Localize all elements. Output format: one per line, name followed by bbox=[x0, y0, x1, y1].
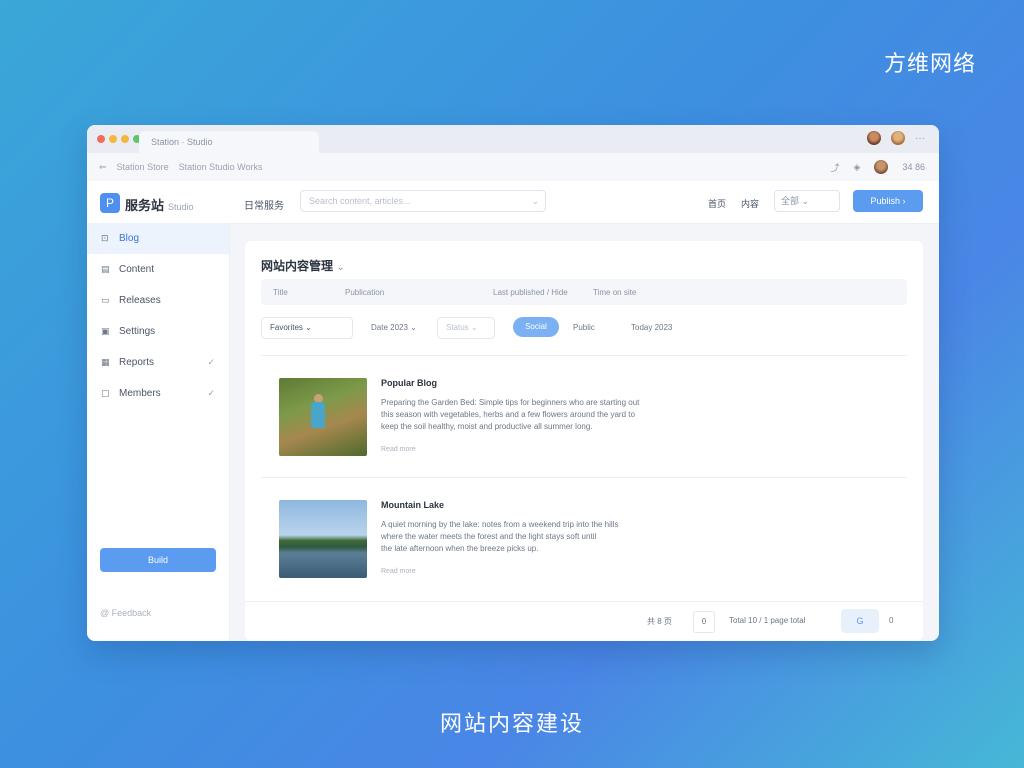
search-label: 日常服务 bbox=[244, 201, 284, 212]
article-excerpt: this season with vegetables, herbs and a… bbox=[381, 410, 635, 419]
status-select[interactable]: Status ⌄ bbox=[437, 317, 495, 339]
column-header[interactable]: Time on site bbox=[593, 288, 636, 297]
table-header: Title Publication Last published / Hide … bbox=[261, 279, 907, 305]
sidebar-item-label: Members bbox=[119, 388, 161, 399]
sidebar-item-blog[interactable]: ⊡ Blog bbox=[87, 223, 229, 254]
sidebar-item-reports[interactable]: ▦ Reports ✓ bbox=[87, 347, 229, 378]
chevron-down-icon: ⌄ bbox=[531, 196, 539, 206]
date-filter[interactable]: Date 2023 ⌄ bbox=[371, 323, 417, 332]
user-label: 34 86 bbox=[902, 162, 925, 172]
read-more-link[interactable]: Read more bbox=[381, 568, 416, 575]
caption: 网站内容建设 bbox=[439, 711, 584, 736]
article-excerpt: Preparing the Garden Bed: Simple tips fo… bbox=[381, 398, 640, 407]
search-placeholder: Search content, articles... bbox=[309, 196, 411, 206]
sidebar-item-content[interactable]: ▤ Content bbox=[87, 254, 229, 285]
nav-link-content[interactable]: 内容 bbox=[741, 197, 759, 210]
article-excerpt: keep the soil healthy, moist and product… bbox=[381, 422, 593, 431]
chevron-down-icon: ⌄ bbox=[336, 262, 345, 273]
sidebar-item-settings[interactable]: ▣ Settings bbox=[87, 316, 229, 347]
next-page-button[interactable]: 0 bbox=[889, 616, 893, 625]
logo-icon: P bbox=[100, 193, 120, 213]
read-more-link[interactable]: Read more bbox=[381, 446, 416, 453]
close-dot-icon[interactable] bbox=[97, 135, 105, 143]
blog-icon: ⊡ bbox=[101, 233, 109, 243]
avatar[interactable] bbox=[891, 131, 905, 145]
breadcrumb-item[interactable]: Station Studio Works bbox=[179, 162, 263, 173]
article-thumbnail[interactable] bbox=[279, 500, 367, 578]
column-header[interactable]: Publication bbox=[345, 288, 384, 297]
article-excerpt: where the water meets the forest and the… bbox=[381, 532, 597, 541]
sidebar: ⊡ Blog ▤ Content ▭ Releases ▣ Settings ▦… bbox=[87, 223, 230, 641]
avatar[interactable] bbox=[867, 131, 881, 145]
logo-subtext: Studio bbox=[168, 202, 194, 212]
browser-tab[interactable]: Station · Studio bbox=[139, 131, 319, 153]
article-thumbnail[interactable] bbox=[279, 378, 367, 456]
sidebar-item-releases[interactable]: ▭ Releases bbox=[87, 285, 229, 316]
feedback-link[interactable]: @ Feedback bbox=[100, 608, 151, 618]
sidebar-item-label: Content bbox=[119, 264, 155, 275]
logo-text: 服务站 bbox=[125, 198, 165, 213]
favorites-select[interactable]: Favorites ⌄ bbox=[261, 317, 353, 339]
build-button[interactable]: Build bbox=[100, 548, 216, 572]
page-title-text: 网站内容管理 bbox=[261, 259, 334, 273]
article-excerpt: the late afternoon when the breeze picks… bbox=[381, 544, 539, 553]
column-header[interactable]: Last published / Hide bbox=[493, 288, 568, 297]
more-menu-icon[interactable]: ··· bbox=[915, 133, 925, 144]
bell-icon[interactable]: ◈ bbox=[854, 162, 861, 173]
sidebar-item-label: Releases bbox=[119, 295, 161, 306]
filter-select[interactable]: 全部 ⌄ bbox=[774, 190, 840, 212]
list-item[interactable]: Mountain Lake A quiet morning by the lak… bbox=[261, 477, 907, 584]
column-header[interactable]: Title bbox=[273, 288, 288, 297]
social-filter-chip[interactable]: Social bbox=[513, 317, 559, 337]
tab-bar: Station · Studio ··· bbox=[87, 125, 939, 153]
sidebar-item-label: Settings bbox=[119, 326, 156, 337]
check-icon: ✓ bbox=[207, 357, 215, 367]
brand-title: 方维网络 bbox=[883, 51, 976, 76]
window-controls bbox=[97, 135, 141, 143]
avatar[interactable] bbox=[874, 160, 889, 174]
go-button[interactable]: G bbox=[841, 609, 879, 633]
document-icon: ▤ bbox=[101, 264, 110, 274]
sidebar-item-members[interactable]: ▢ Members ✓ bbox=[87, 378, 229, 409]
public-filter[interactable]: Public bbox=[573, 323, 595, 332]
share-icon[interactable]: ⤴ bbox=[831, 161, 840, 174]
article-title[interactable]: Popular Blog bbox=[381, 378, 437, 388]
page-count: 共 8 页 bbox=[647, 617, 672, 626]
app-window: Station · Studio ··· ⇐ Station Store Sta… bbox=[87, 125, 939, 641]
list-item[interactable]: Popular Blog Preparing the Garden Bed: S… bbox=[261, 355, 907, 462]
chart-icon: ▦ bbox=[101, 357, 110, 367]
article-excerpt: A quiet morning by the lake: notes from … bbox=[381, 520, 619, 529]
page-input[interactable]: 0 bbox=[693, 611, 715, 633]
breadcrumb-item[interactable]: Station Store bbox=[117, 162, 169, 173]
window-icon: ▭ bbox=[101, 295, 110, 305]
sidebar-item-label: Reports bbox=[119, 357, 155, 368]
pagination: 共 8 页 0 Total 10 / 1 page total G 0 bbox=[245, 601, 923, 641]
users-icon: ▢ bbox=[101, 388, 110, 398]
logo[interactable]: 服务站 Studio bbox=[125, 195, 194, 214]
minimize-dot-icon[interactable] bbox=[109, 135, 117, 143]
publish-button[interactable]: Publish › bbox=[853, 190, 923, 212]
zoom-dot-icon[interactable] bbox=[121, 135, 129, 143]
settings-icon: ▣ bbox=[101, 326, 110, 336]
back-arrow-icon[interactable]: ⇐ bbox=[99, 162, 107, 173]
article-title[interactable]: Mountain Lake bbox=[381, 500, 444, 510]
sidebar-item-label: Blog bbox=[119, 233, 140, 244]
person-figure bbox=[311, 402, 325, 428]
content-panel: 网站内容管理 ⌄ Title Publication Last publishe… bbox=[245, 241, 923, 641]
filter-bar: Favorites ⌄ Date 2023 ⌄ Status ⌄ Social … bbox=[261, 317, 907, 343]
app-header: P 服务站 Studio 日常服务 Search content, article… bbox=[87, 181, 939, 224]
check-icon: ✓ bbox=[207, 388, 215, 398]
nav-link-home[interactable]: 首页 bbox=[708, 197, 726, 210]
page-size-select[interactable]: Total 10 / 1 page total bbox=[729, 616, 806, 625]
search-input[interactable]: Search content, articles... ⌄ bbox=[300, 190, 546, 212]
address-bar: ⇐ Station Store Station Studio Works ⤴ ◈… bbox=[87, 153, 939, 182]
today-filter[interactable]: Today 2023 bbox=[631, 323, 672, 332]
page-title[interactable]: 网站内容管理 ⌄ bbox=[261, 257, 345, 274]
